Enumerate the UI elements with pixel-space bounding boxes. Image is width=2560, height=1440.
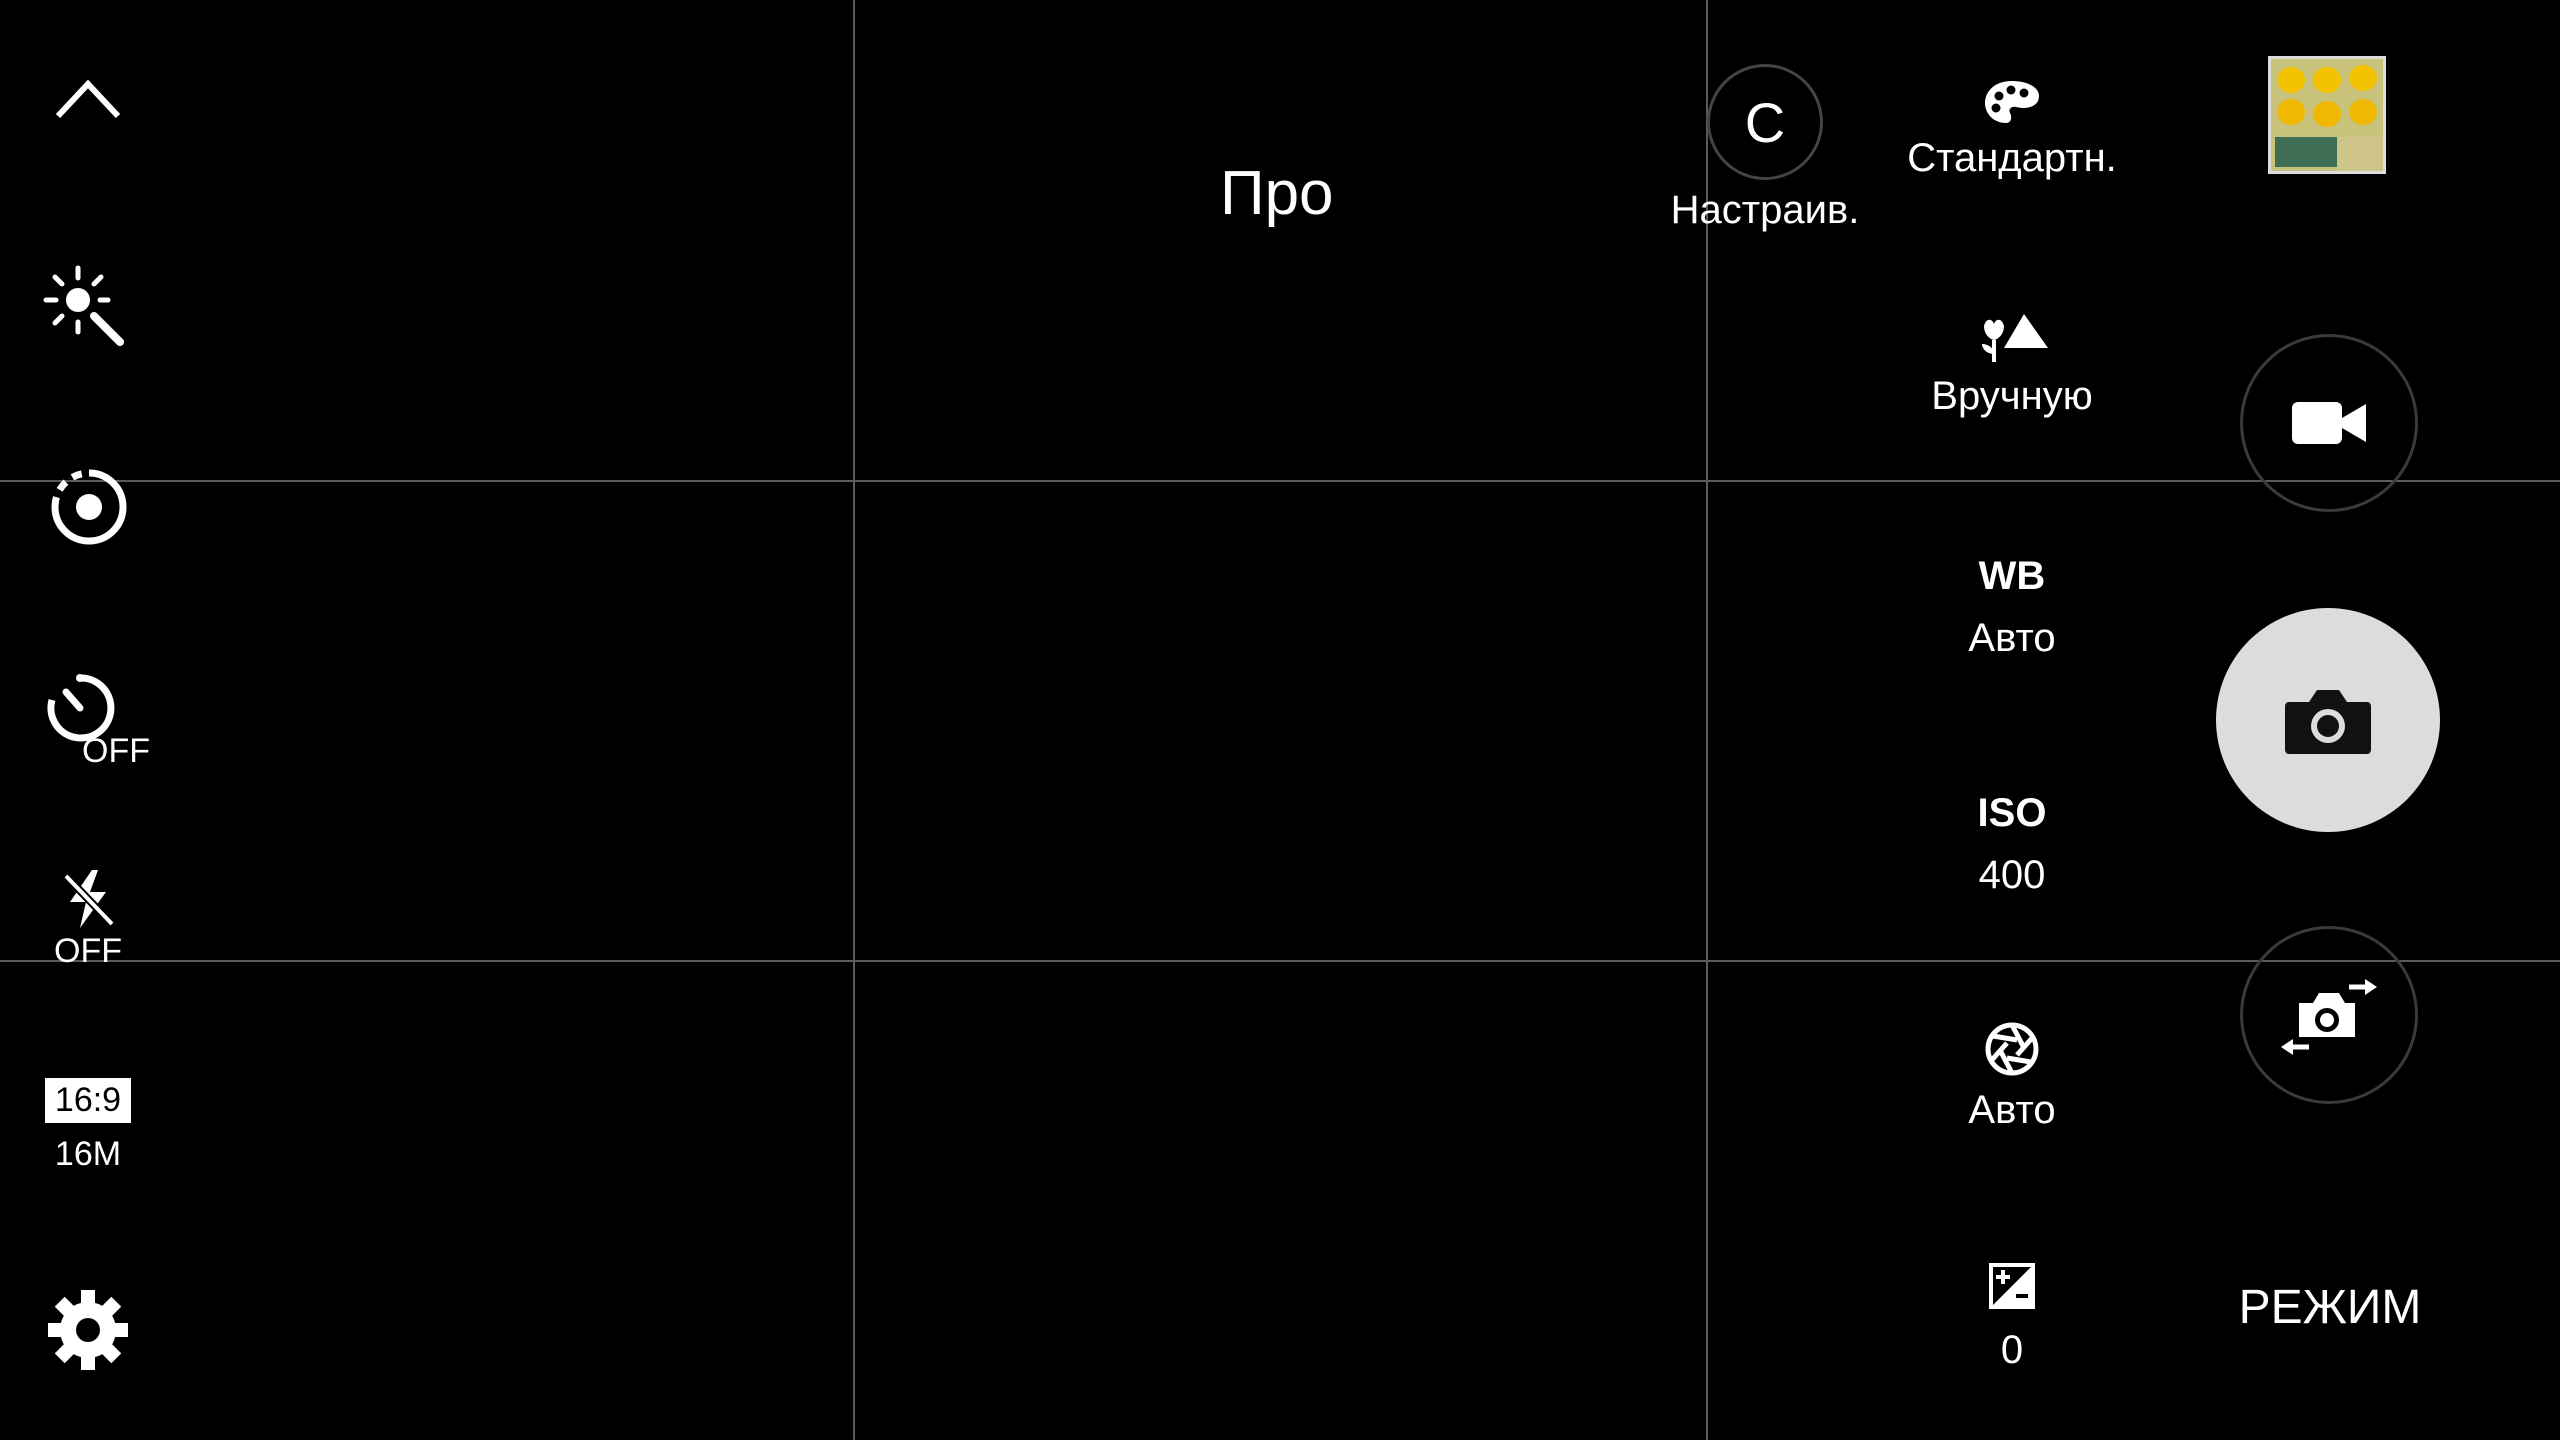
gear-icon[interactable]: [46, 1288, 130, 1372]
camera-icon: [2285, 690, 2371, 754]
mode-title: Про: [1220, 159, 1334, 228]
focus-button[interactable]: Вручную: [1862, 308, 2162, 416]
iso-value: 400: [1978, 853, 2046, 897]
picture-size-button[interactable]: 16:9 16M: [38, 1078, 138, 1171]
shutter-button[interactable]: [2216, 608, 2440, 832]
grid-line-vertical-1: [853, 0, 855, 1440]
record-video-button[interactable]: [2240, 334, 2418, 512]
auto-enhance-icon[interactable]: [40, 262, 130, 352]
mode-button[interactable]: РЕЖИМ: [2200, 1280, 2460, 1335]
resolution-label: 16M: [54, 1135, 122, 1174]
grid-line-horizontal-1: [0, 480, 2560, 482]
timer-label: OFF: [82, 732, 150, 770]
palette-icon: [1985, 81, 2039, 123]
exposure-button[interactable]: 0: [1862, 1262, 2162, 1370]
iso-title: ISO: [1977, 791, 2047, 835]
shutter-speed-value: Авто: [1968, 1088, 2056, 1132]
exposure-value: 0: [2000, 1328, 2024, 1372]
gallery-thumbnail-icon[interactable]: [2268, 56, 2386, 174]
metering-icon[interactable]: [48, 466, 130, 548]
chevron-up-icon[interactable]: [52, 72, 124, 122]
tone-label: Стандартн.: [1907, 136, 2117, 180]
white-balance-button[interactable]: WB Авто: [1862, 556, 2162, 658]
iso-button[interactable]: ISO 400: [1862, 793, 2162, 895]
tone-button[interactable]: Стандартн.: [1862, 78, 2162, 178]
flash-label: OFF: [54, 932, 122, 970]
macro-landscape-icon: [1982, 314, 2048, 362]
shutter-speed-button[interactable]: Авто: [1862, 1022, 2162, 1130]
exposure-icon: [1989, 1263, 2035, 1309]
video-camera-icon: [2292, 402, 2366, 444]
switch-camera-icon: [2281, 979, 2377, 1055]
custom-letter: C: [1707, 64, 1823, 180]
timer-button[interactable]: OFF: [40, 668, 150, 778]
aspect-ratio-badge: 16:9: [44, 1078, 132, 1124]
focus-label: Вручную: [1931, 374, 2093, 418]
custom-settings-button[interactable]: C Настраив.: [1640, 64, 1890, 230]
flash-button[interactable]: OFF: [38, 868, 138, 968]
grid-line-horizontal-2: [0, 960, 2560, 962]
flash-off-icon: [63, 870, 115, 928]
wb-value: Авто: [1968, 616, 2056, 660]
custom-label: Настраив.: [1670, 188, 1860, 232]
switch-camera-button[interactable]: [2240, 926, 2418, 1104]
aperture-icon: [1985, 1022, 2039, 1076]
wb-title: WB: [1978, 554, 2046, 598]
